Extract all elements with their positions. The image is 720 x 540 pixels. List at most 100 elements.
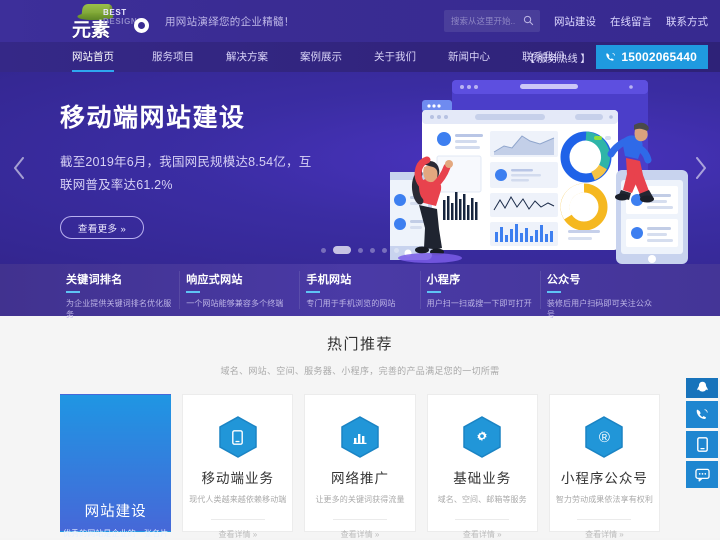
hotline-label: 【 服务热线 】	[524, 53, 591, 65]
logo-en-bold: BEST	[103, 8, 127, 17]
card-more-link[interactable]: 查看详情 »	[428, 529, 537, 540]
card-desc: 现代人类越来越依赖移动端	[189, 495, 287, 504]
mobile-icon	[219, 416, 257, 458]
card-miniprogram-official[interactable]: ® 小程序公众号 智力劳动成果依法享有权利 查看详情 »	[548, 394, 661, 539]
feature-item-responsive[interactable]: 响应式网站 一个网站能够兼容多个终端	[180, 271, 301, 309]
feature-title: 小程序	[427, 271, 540, 293]
feature-strip: 关键词排名 为企业提供关键词排名优化服务 响应式网站 一个网站能够兼容多个终端 …	[0, 264, 720, 319]
feature-item-miniprogram[interactable]: 小程序 用户扫一扫或搜一下即可打开	[421, 271, 541, 309]
feature-title: 手机网站	[306, 271, 419, 293]
feature-title: 响应式网站	[186, 271, 299, 293]
phone-icon	[606, 52, 616, 61]
logo-english-text: BEST DESIGN	[103, 8, 137, 26]
card-desc: 智力劳动成果依法享有权利	[555, 495, 654, 504]
hero-description: 截至2019年6月，我国网民规模达8.54亿，互联网普及率达61.2%	[60, 155, 312, 193]
card-title: 移动端业务	[201, 471, 275, 487]
search-input[interactable]	[444, 10, 516, 32]
slider-next-arrow[interactable]	[690, 153, 710, 183]
side-button-qq[interactable]	[686, 378, 718, 398]
site-logo[interactable]: 元素 BEST DESIGN 用网站演绎您的企业精髓！	[72, 4, 295, 41]
hotline-number: 15002065440	[621, 50, 697, 64]
side-button-mobile[interactable]	[686, 431, 718, 458]
card-grid: ⊕ 网站建设 优秀的网站是企业的一张名片	[0, 394, 720, 539]
feature-item-mobile-site[interactable]: 手机网站 专门用于手机浏览的网站	[300, 271, 421, 309]
hero-title: 移动端网站建设	[60, 103, 246, 132]
feature-item-keyword-rank[interactable]: 关键词排名 为企业提供关键词排名优化服务	[60, 271, 181, 319]
section-title: 热门推荐	[326, 335, 393, 353]
card-website-construction[interactable]: ⊕ 网站建设 优秀的网站是企业的一张名片	[60, 394, 172, 538]
card-divider	[577, 519, 632, 520]
slider-dot-5[interactable]	[394, 247, 399, 253]
hotline-group: 【 服务热线 】 15002065440	[525, 45, 708, 69]
hotline-button[interactable]: 15002065440	[596, 45, 708, 69]
logo-en-dim: DESIGN	[103, 17, 138, 26]
gear-icon	[134, 18, 149, 33]
card-mobile-business[interactable]: 移动端业务 现代人类越来越依赖移动端 查看详情 »	[182, 394, 294, 539]
chart-bar-glyph	[353, 434, 367, 444]
card-title: 小程序公众号	[560, 471, 648, 487]
hero-more-button[interactable]: 查看更多 »	[60, 216, 144, 240]
main-content: 热门推荐 域名、网站、空间、服务器、小程序，完善的产品满足您的一切所需 ⊕ 网站…	[0, 316, 720, 539]
feature-desc: 一个网站能够兼容多个终端	[186, 299, 284, 308]
feature-desc: 装修后用户扫码即可关注公众号	[546, 299, 653, 319]
card-more-link[interactable]: 查看详情 »	[183, 529, 292, 540]
side-button-message[interactable]	[686, 461, 718, 488]
card-more-link[interactable]: 查看详情 »	[305, 529, 414, 540]
card-icon-wrap	[305, 416, 414, 458]
card-basic-business[interactable]: 基础业务 域名、空间、邮箱等服务 查看详情 »	[426, 394, 538, 539]
feature-title: 公众号	[547, 271, 660, 293]
slider-dots	[0, 246, 720, 254]
card-divider	[333, 519, 387, 520]
site-slogan: 用网站演绎您的企业精髓！	[165, 15, 295, 28]
card-divider	[455, 519, 510, 520]
qq-icon	[696, 381, 708, 392]
search-icon[interactable]	[523, 15, 534, 26]
nav-item-home[interactable]: 网站首页	[72, 42, 136, 72]
card-desc: 让更多的关键词获得流量	[315, 495, 405, 504]
feature-desc: 为企业提供关键词排名优化服务	[66, 299, 172, 319]
nav-item-solutions[interactable]: 解决方案	[210, 42, 284, 72]
search-box[interactable]	[444, 10, 540, 32]
gear-glyph	[477, 431, 487, 442]
header-link-1[interactable]: 在线留言	[610, 14, 652, 29]
header-link-2[interactable]: 联系方式	[666, 14, 708, 29]
message-icon	[694, 468, 710, 482]
nav-item-services[interactable]: 服务项目	[136, 42, 210, 72]
registered-icon: ®	[585, 416, 624, 458]
card-icon-wrap	[428, 416, 537, 458]
header-link-0[interactable]: 网站建设	[554, 14, 596, 29]
page-root: 元素 BEST DESIGN 用网站演绎您的企业精髓！ 网站建设 在线留言 联系…	[0, 0, 720, 540]
side-button-phone[interactable]	[686, 401, 718, 428]
logo-mark: 元素 BEST DESIGN	[72, 4, 149, 41]
slider-dot-2[interactable]	[358, 247, 363, 253]
nav-item-cases[interactable]: 案例展示	[284, 42, 358, 72]
slider-dot-1[interactable]	[333, 246, 351, 254]
card-divider	[210, 519, 265, 520]
card-title: 网络推广	[331, 471, 389, 487]
card-network-promotion[interactable]: 网络推广 让更多的关键词获得流量 查看详情 »	[304, 394, 416, 539]
header-right-group: 网站建设 在线留言 联系方式	[444, 0, 708, 42]
nav-item-about[interactable]: 关于我们	[358, 42, 432, 72]
hero-content: 移动端网站建设 截至2019年6月，我国网民规模达8.54亿，互联网普及率达61…	[60, 98, 318, 240]
phone-icon	[696, 408, 708, 419]
slider-dot-3[interactable]	[370, 247, 375, 253]
section-header: 热门推荐 域名、网站、空间、服务器、小程序，完善的产品满足您的一切所需	[0, 316, 720, 377]
hero-slider: 移动端网站建设 截至2019年6月，我国网民规模达8.54亿，互联网普及率达61…	[0, 72, 720, 264]
top-header-bar: 元素 BEST DESIGN 用网站演绎您的企业精髓！ 网站建设 在线留言 联系…	[0, 0, 720, 42]
card-icon-wrap	[183, 416, 292, 458]
card-more-link[interactable]: 查看详情 »	[550, 529, 659, 540]
feature-title: 关键词排名	[66, 271, 179, 293]
nav-item-list: 网站首页 服务项目 解决方案 案例展示 关于我们 新闻中心 联系我们	[72, 42, 580, 72]
slider-dot-4[interactable]	[382, 247, 387, 253]
floating-side-panel	[686, 378, 718, 488]
main-navigation: 网站首页 服务项目 解决方案 案例展示 关于我们 新闻中心 联系我们 【 服务热…	[0, 42, 720, 72]
slider-prev-arrow[interactable]	[10, 153, 30, 183]
nav-item-news[interactable]: 新闻中心	[432, 42, 506, 72]
section-subtitle: 域名、网站、空间、服务器、小程序，完善的产品满足您的一切所需	[220, 366, 500, 376]
feature-desc: 用户扫一扫或搜一下即可打开	[426, 299, 532, 308]
chart-bar-icon	[341, 416, 379, 458]
card-desc: 优秀的网站是企业的一张名片	[62, 529, 169, 538]
slider-dot-0[interactable]	[321, 247, 326, 253]
feature-desc: 专门用于手机浏览的网站	[306, 299, 396, 308]
feature-item-official-account[interactable]: 公众号 装修后用户扫码即可关注公众号	[541, 271, 660, 319]
